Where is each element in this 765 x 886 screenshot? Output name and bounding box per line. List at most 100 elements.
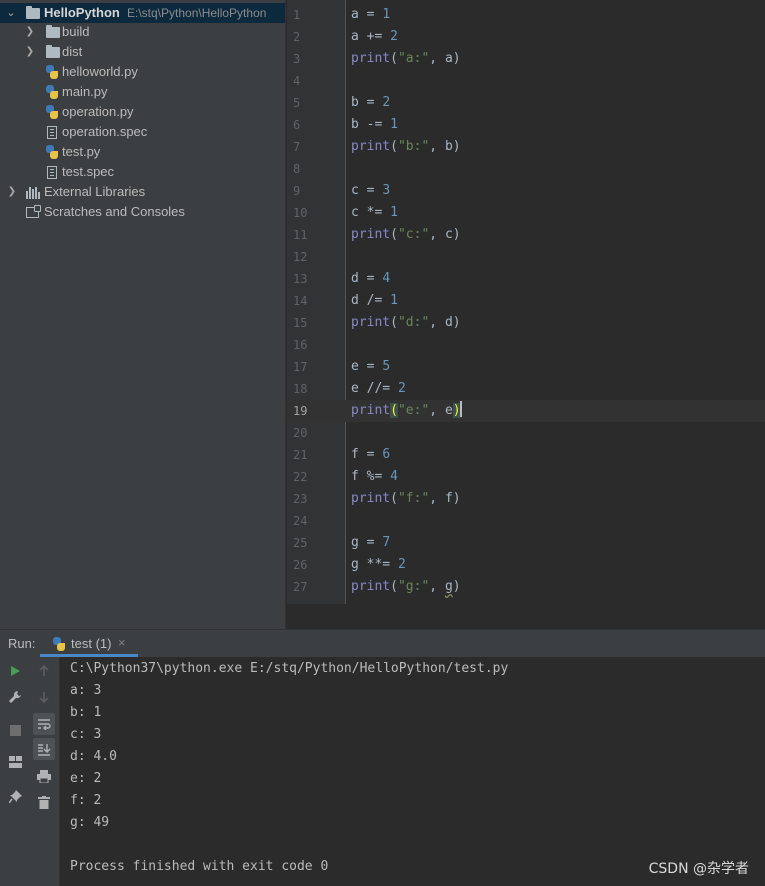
tree-item-operation-py[interactable]: operation.py — [0, 102, 285, 122]
tree-item-label: External Libraries — [44, 184, 146, 199]
code-line[interactable]: 19 print("e:", e) — [287, 400, 765, 422]
code-line[interactable]: 8 — [287, 158, 765, 180]
code-text: f = 6 — [351, 447, 391, 462]
chevron-down-icon[interactable]: ⌄ — [6, 3, 16, 23]
edit-configuration-button[interactable] — [4, 686, 26, 708]
code-line[interactable]: 16 — [287, 334, 765, 356]
code-text: c *= 1 — [351, 205, 398, 220]
watermark: CSDN @杂学者 — [648, 861, 749, 877]
tree-item-dist[interactable]: ❯ dist — [0, 42, 285, 62]
soft-wrap-icon — [38, 719, 51, 730]
restore-layout-button[interactable] — [4, 751, 26, 773]
code-text: g = 7 — [351, 535, 391, 550]
tree-item-main-py[interactable]: main.py — [0, 82, 285, 102]
project-tool-window: ⌄ HelloPython E:\stq\Python\HelloPython … — [0, 0, 286, 629]
scroll-to-end-button[interactable] — [33, 738, 55, 760]
code-line[interactable]: 21 f = 6 — [287, 444, 765, 466]
project-root-name: HelloPython — [44, 5, 120, 20]
text-caret — [459, 401, 462, 417]
console-line: C:\Python37\python.exe E:/stq/Python/Hel… — [70, 661, 509, 676]
code-text: e //= 2 — [351, 381, 406, 396]
line-number: 12 — [293, 250, 308, 264]
python-file-icon — [46, 105, 58, 119]
scroll-down-button[interactable] — [33, 686, 55, 708]
console-line: f: 2 — [70, 793, 102, 808]
code-line[interactable]: 24 — [287, 510, 765, 532]
code-line[interactable]: 22 f %= 4 — [287, 466, 765, 488]
chevron-right-icon[interactable]: ❯ — [7, 182, 17, 202]
code-text: d = 4 — [351, 271, 391, 286]
code-editor[interactable]: 1 a = 1 2 a += 2 3 print("a:", a) 4 5 b = 2 6 b -=… — [287, 0, 765, 629]
code-line[interactable]: 17 e = 5 — [287, 356, 765, 378]
code-line[interactable]: 25 g = 7 — [287, 532, 765, 554]
console-line: b: 1 — [70, 705, 102, 720]
rerun-button[interactable] — [4, 660, 26, 682]
code-line[interactable]: 11 print("c:", c) — [287, 224, 765, 246]
tree-item-external-libraries[interactable]: ❯ External Libraries — [0, 182, 285, 202]
tree-item-label: operation.py — [62, 104, 134, 119]
pin-tab-button[interactable] — [4, 785, 26, 807]
line-number: 7 — [293, 140, 301, 154]
code-line[interactable]: 9 c = 3 — [287, 180, 765, 202]
code-line[interactable]: 1 a = 1 — [287, 4, 765, 26]
tree-item-label: helloworld.py — [62, 64, 138, 79]
code-line[interactable]: 6 b -= 1 — [287, 114, 765, 136]
line-number: 5 — [293, 96, 301, 110]
pin-icon — [8, 789, 22, 803]
tree-item-label: build — [62, 24, 90, 39]
scratches-icon — [26, 205, 41, 218]
code-line[interactable]: 14 d /= 1 — [287, 290, 765, 312]
wrench-icon — [9, 691, 21, 703]
arrow-up-icon — [39, 665, 49, 676]
code-line[interactable]: 27 print("g:", g) — [287, 576, 765, 598]
code-line[interactable]: 15 print("d:", d) — [287, 312, 765, 334]
stop-button[interactable] — [4, 719, 26, 741]
line-number: 21 — [293, 448, 308, 462]
line-number: 22 — [293, 470, 308, 484]
tree-item-operation-spec[interactable]: operation.spec — [0, 122, 285, 142]
line-number: 18 — [293, 382, 308, 396]
soft-wrap-button[interactable] — [33, 713, 55, 735]
code-line[interactable]: 12 — [287, 246, 765, 268]
line-number: 15 — [293, 316, 308, 330]
tree-item-test-py[interactable]: test.py — [0, 142, 285, 162]
run-tool-window-header: Run: test (1) × — [0, 629, 765, 657]
line-number: 16 — [293, 338, 308, 352]
line-number: 25 — [293, 536, 308, 550]
line-number: 9 — [293, 184, 301, 198]
code-text: c = 3 — [351, 183, 391, 198]
line-number: 24 — [293, 514, 308, 528]
code-line[interactable]: 4 — [287, 70, 765, 92]
tree-item-scratches[interactable]: Scratches and Consoles — [0, 202, 285, 222]
code-line[interactable]: 10 c *= 1 — [287, 202, 765, 224]
code-line[interactable]: 23 print("f:", f) — [287, 488, 765, 510]
code-line[interactable]: 5 b = 2 — [287, 92, 765, 114]
code-text: a = 1 — [351, 7, 391, 22]
library-icon — [26, 185, 40, 199]
run-tab-test[interactable]: test (1) × — [40, 630, 138, 657]
print-button[interactable] — [33, 765, 55, 787]
tree-item-label: test.py — [62, 144, 101, 159]
code-line[interactable]: 2 a += 2 — [287, 26, 765, 48]
tree-root-hellopython[interactable]: ⌄ HelloPython E:\stq\Python\HelloPython — [0, 3, 285, 23]
tree-item-helloworld-py[interactable]: helloworld.py — [0, 62, 285, 82]
scroll-up-button[interactable] — [33, 660, 55, 682]
code-line[interactable]: 20 — [287, 422, 765, 444]
line-number: 1 — [293, 8, 301, 22]
line-number: 3 — [293, 52, 301, 66]
clear-all-button[interactable] — [33, 791, 55, 813]
tree-item-build[interactable]: ❯ build — [0, 22, 285, 42]
line-number: 19 — [293, 404, 308, 418]
line-number: 26 — [293, 558, 308, 572]
code-line[interactable]: 7 print("b:", b) — [287, 136, 765, 158]
chevron-right-icon[interactable]: ❯ — [25, 22, 35, 42]
chevron-right-icon[interactable]: ❯ — [25, 42, 35, 62]
code-line[interactable]: 26 g **= 2 — [287, 554, 765, 576]
line-number: 27 — [293, 580, 308, 594]
code-line[interactable]: 18 e //= 2 — [287, 378, 765, 400]
code-line[interactable]: 13 d = 4 — [287, 268, 765, 290]
tree-item-test-spec[interactable]: test.spec — [0, 162, 285, 182]
code-line[interactable]: 3 print("a:", a) — [287, 48, 765, 70]
console-output[interactable]: C:\Python37\python.exe E:/stq/Python/Hel… — [60, 657, 765, 886]
close-icon[interactable]: × — [118, 635, 126, 650]
